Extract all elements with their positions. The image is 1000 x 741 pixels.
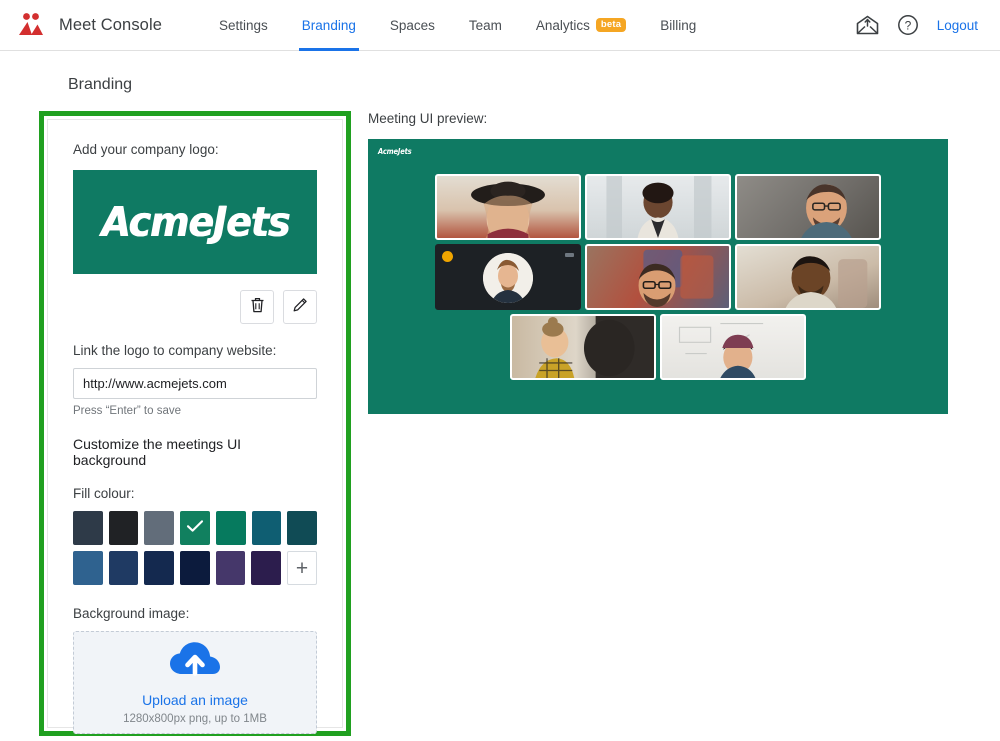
nav-label: Team: [468, 17, 502, 33]
pencil-icon: [292, 296, 309, 318]
swatch-row: +: [73, 551, 317, 585]
customize-background-heading: Customize the meetings UI background: [73, 436, 242, 468]
avatar: [483, 253, 533, 304]
check-icon: [186, 519, 204, 538]
upload-constraints-hint: 1280x800px png, up to 1MB: [123, 713, 267, 725]
raised-hand-badge-icon: [442, 251, 453, 262]
preview-column: Meeting UI preview: AcmeJets: [351, 111, 948, 736]
edit-logo-button[interactable]: [283, 290, 317, 324]
brand: Meet Console: [16, 11, 162, 39]
add-colour-button[interactable]: +: [287, 551, 317, 585]
nav-label: Analytics: [535, 17, 590, 33]
trash-icon: [249, 296, 266, 319]
upload-image-link[interactable]: Upload an image: [142, 692, 248, 708]
participant-tile-grid: [368, 147, 948, 380]
participant-tile-woman-hat[interactable]: [435, 174, 581, 240]
colour-swatch-9[interactable]: [108, 551, 139, 585]
colour-swatch-1[interactable]: [73, 511, 103, 545]
meet-people-logo-icon: [16, 11, 46, 39]
nav-label: Branding: [301, 17, 356, 33]
colour-swatch-4-selected[interactable]: [180, 511, 210, 545]
tile-row: [510, 314, 806, 380]
nav-item-settings[interactable]: Settings: [202, 0, 285, 51]
participant-tile-woman-plaid[interactable]: [510, 314, 656, 380]
colour-swatch-10[interactable]: [144, 551, 175, 585]
nav-item-spaces[interactable]: Spaces: [373, 0, 452, 51]
cloud-upload-icon: [169, 640, 221, 683]
swatch-row: [73, 511, 318, 545]
participant-tile-woman-blazer[interactable]: [585, 174, 731, 240]
preview-company-logo: AcmeJets: [378, 147, 412, 156]
colour-swatch-13[interactable]: [251, 551, 282, 585]
tile-row: [435, 174, 881, 240]
colour-swatch-3[interactable]: [144, 511, 175, 545]
app-title: Meet Console: [59, 15, 163, 34]
meeting-ui-preview: AcmeJets: [368, 139, 948, 414]
colour-swatch-7[interactable]: [287, 511, 318, 545]
participant-tile-muted-avatar[interactable]: [435, 244, 581, 310]
branding-form-card: Add your company logo: AcmeJets Link the…: [47, 119, 343, 734]
fill-colour-swatches: +: [73, 511, 318, 585]
website-link-label: Link the logo to company website:: [73, 343, 277, 358]
colour-swatch-6[interactable]: [251, 511, 282, 545]
colour-swatch-5[interactable]: [215, 511, 246, 545]
main-nav: Settings Branding Spaces Team Analytics …: [202, 0, 713, 51]
beta-badge: beta: [595, 18, 627, 32]
app-header: Meet Console Settings Branding Spaces Te…: [0, 0, 1000, 51]
colour-swatch-8[interactable]: [73, 551, 103, 585]
company-logo-preview: AcmeJets: [73, 170, 317, 274]
participant-tile-man-glasses-wall[interactable]: [735, 174, 881, 240]
content-area: Add your company logo: AcmeJets Link the…: [0, 94, 1000, 736]
upload-image-dropzone[interactable]: Upload an image 1280x800px png, up to 1M…: [73, 631, 317, 734]
nav-item-team[interactable]: Team: [452, 0, 519, 51]
preview-label: Meeting UI preview:: [368, 111, 488, 126]
nav-label: Settings: [219, 17, 268, 33]
participant-tile-man-brick-wall[interactable]: [585, 244, 731, 310]
nav-item-analytics[interactable]: Analytics beta: [519, 0, 643, 51]
tile-row: [435, 244, 881, 310]
participant-tile-person-beanie[interactable]: [660, 314, 806, 380]
nav-item-billing[interactable]: Billing: [643, 0, 713, 51]
nav-item-branding[interactable]: Branding: [285, 0, 373, 51]
background-image-label: Background image:: [73, 606, 190, 621]
nav-label: Spaces: [389, 17, 435, 33]
nav-label: Billing: [660, 17, 697, 33]
delete-logo-button[interactable]: [240, 290, 274, 324]
page-title: Branding: [68, 76, 133, 93]
save-hint: Press “Enter” to save: [73, 405, 182, 417]
logo-upload-label: Add your company logo:: [73, 142, 219, 157]
logo-action-buttons: [73, 290, 317, 324]
colour-swatch-12[interactable]: [215, 551, 246, 585]
participant-tile-man-office[interactable]: [735, 244, 881, 310]
colour-swatch-2[interactable]: [108, 511, 139, 545]
branding-panel-highlight: Add your company logo: AcmeJets Link the…: [39, 111, 351, 736]
company-logo-text: AcmeJets: [100, 198, 290, 246]
fill-colour-label: Fill colour:: [73, 486, 135, 501]
website-url-input[interactable]: [73, 368, 317, 399]
logout-link[interactable]: Logout: [937, 18, 978, 33]
header-actions: ? Logout: [856, 14, 982, 36]
svg-text:?: ?: [904, 19, 911, 33]
muted-indicator-icon: [565, 253, 574, 257]
colour-swatch-11[interactable]: [180, 551, 210, 585]
envelope-icon[interactable]: [856, 15, 879, 35]
help-circle-icon[interactable]: ?: [897, 14, 919, 36]
